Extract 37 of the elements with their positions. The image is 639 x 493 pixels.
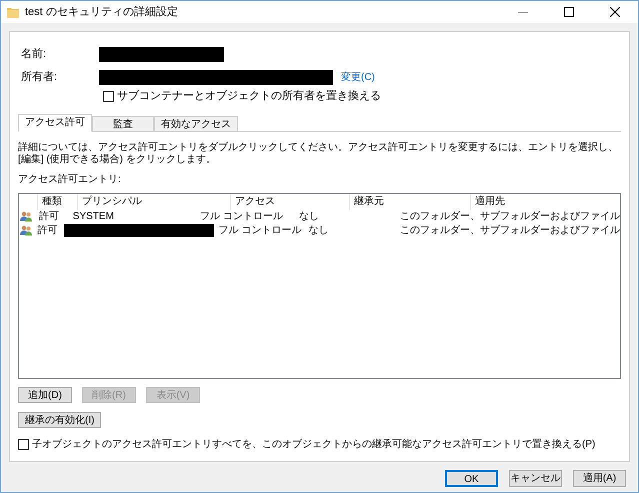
entry-button[interactable]: 追加(D) bbox=[18, 386, 72, 402]
column-header[interactable]: プリンシパル bbox=[77, 194, 230, 210]
entries-label: アクセス許可エントリ: bbox=[18, 172, 122, 186]
change-owner-link[interactable]: 変更(C) bbox=[341, 70, 375, 84]
close-icon bbox=[610, 7, 620, 17]
checkbox[interactable] bbox=[103, 90, 114, 102]
users-icon bbox=[20, 211, 32, 222]
instructions-text: 詳細については、アクセス許可エントリをダブルクリックしてください。アクセス許可エントリを変更するには、エントリを選択し、[編集] (使用できる場合) をクリックします。 bbox=[18, 142, 619, 166]
enable-inheritance-button[interactable]: 継承の有効化(I) bbox=[18, 412, 102, 428]
replace-child-permissions-label: 子オブジェクトのアクセス許可エントリすべてを、このオブジェクトからの継承可能なアクセス許可エントリで置き換える(P) bbox=[32, 438, 596, 452]
tab[interactable]: 監査 bbox=[92, 116, 154, 132]
table-cell-text: このフォルダー、サブフォルダーおよびファイル bbox=[399, 224, 620, 238]
owner-label: 所有者: bbox=[20, 70, 58, 85]
table-cell-text: なし bbox=[308, 224, 330, 238]
tab[interactable]: アクセス許可 bbox=[18, 114, 92, 132]
table-cell-text: フル コントロール bbox=[218, 224, 302, 238]
tab[interactable]: 有効なアクセス bbox=[154, 116, 238, 132]
users-icon bbox=[20, 225, 32, 236]
table-cell-text: 許可 bbox=[36, 224, 58, 238]
column-header[interactable]: アクセス bbox=[230, 194, 349, 210]
dialog-button[interactable]: 適用(A) bbox=[573, 470, 626, 487]
checkbox[interactable] bbox=[18, 439, 29, 450]
window-title: test のセキュリティの詳細設定 bbox=[25, 4, 178, 20]
name-label: 名前: bbox=[20, 46, 48, 62]
folder-icon bbox=[7, 6, 19, 18]
table-cell-text: 許可 bbox=[38, 210, 60, 224]
maximize-icon bbox=[564, 7, 574, 17]
replace-owner-label: サブコンテナーとオブジェクトの所有者を置き換える bbox=[117, 88, 381, 104]
column-header[interactable]: 適用先 bbox=[470, 194, 620, 210]
dialog-button[interactable]: OK bbox=[445, 470, 498, 487]
column-header[interactable]: 継承元 bbox=[349, 194, 470, 210]
table-cell-text: なし bbox=[298, 210, 320, 224]
table-cell-text: フル コントロール bbox=[199, 210, 284, 224]
column-header[interactable]: 種類 bbox=[37, 194, 77, 210]
table-cell-text: SYSTEM bbox=[72, 210, 115, 224]
table-cell-text: このフォルダー、サブフォルダーおよびファイル bbox=[399, 210, 620, 224]
dialog-button[interactable]: キャンセル bbox=[509, 470, 562, 487]
